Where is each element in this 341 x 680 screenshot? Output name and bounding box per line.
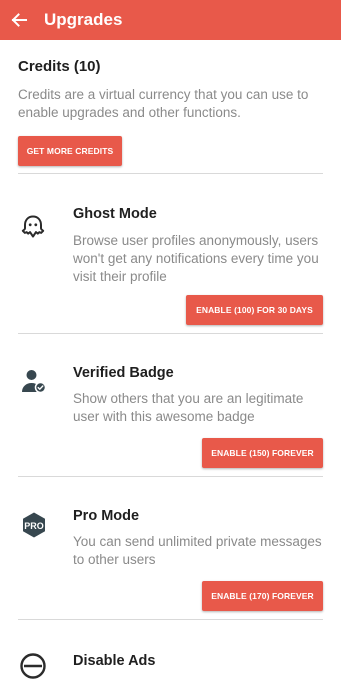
enable-pro-mode-button[interactable]: ENABLE (170) FOREVER <box>202 581 323 611</box>
app-bar: Upgrades <box>0 0 341 40</box>
upgrade-verified-badge: Verified Badge Show others that you are … <box>0 334 341 476</box>
upgrade-title: Verified Badge <box>73 365 174 381</box>
upgrade-description: You can send unlimited private messages … <box>73 534 322 567</box>
upgrade-description: Show others that you are an legitimate u… <box>73 391 304 424</box>
pro-badge-text: PRO <box>24 521 44 531</box>
credits-section: Credits (10) Credits are a virtual curre… <box>18 58 328 166</box>
upgrade-description: Browse user profiles anonymously, users … <box>73 233 319 284</box>
credits-description: Credits are a virtual currency that you … <box>18 87 309 120</box>
enable-ghost-mode-button[interactable]: ENABLE (100) FOR 30 DAYS <box>186 295 323 325</box>
upgrade-ghost-mode: Ghost Mode Browse user profiles anonymou… <box>0 174 341 332</box>
page-title: Upgrades <box>44 10 123 29</box>
pro-badge-icon: PRO <box>20 511 48 539</box>
verified-user-icon <box>21 368 47 394</box>
block-icon <box>19 652 47 680</box>
enable-verified-badge-button[interactable]: ENABLE (150) FOREVER <box>202 438 323 468</box>
arrow-left-icon <box>11 13 27 27</box>
credits-title: Credits (10) <box>18 58 101 75</box>
ghost-icon <box>20 214 46 240</box>
upgrade-disable-ads: Disable Ads <box>0 620 341 680</box>
upgrade-pro-mode: PRO Pro Mode You can send unlimited priv… <box>0 477 341 619</box>
upgrade-title: Ghost Mode <box>73 206 157 222</box>
back-button[interactable] <box>0 0 38 40</box>
upgrade-title: Pro Mode <box>73 508 140 524</box>
upgrade-title: Disable Ads <box>73 653 156 669</box>
get-more-credits-button[interactable]: GET MORE CREDITS <box>18 136 122 166</box>
